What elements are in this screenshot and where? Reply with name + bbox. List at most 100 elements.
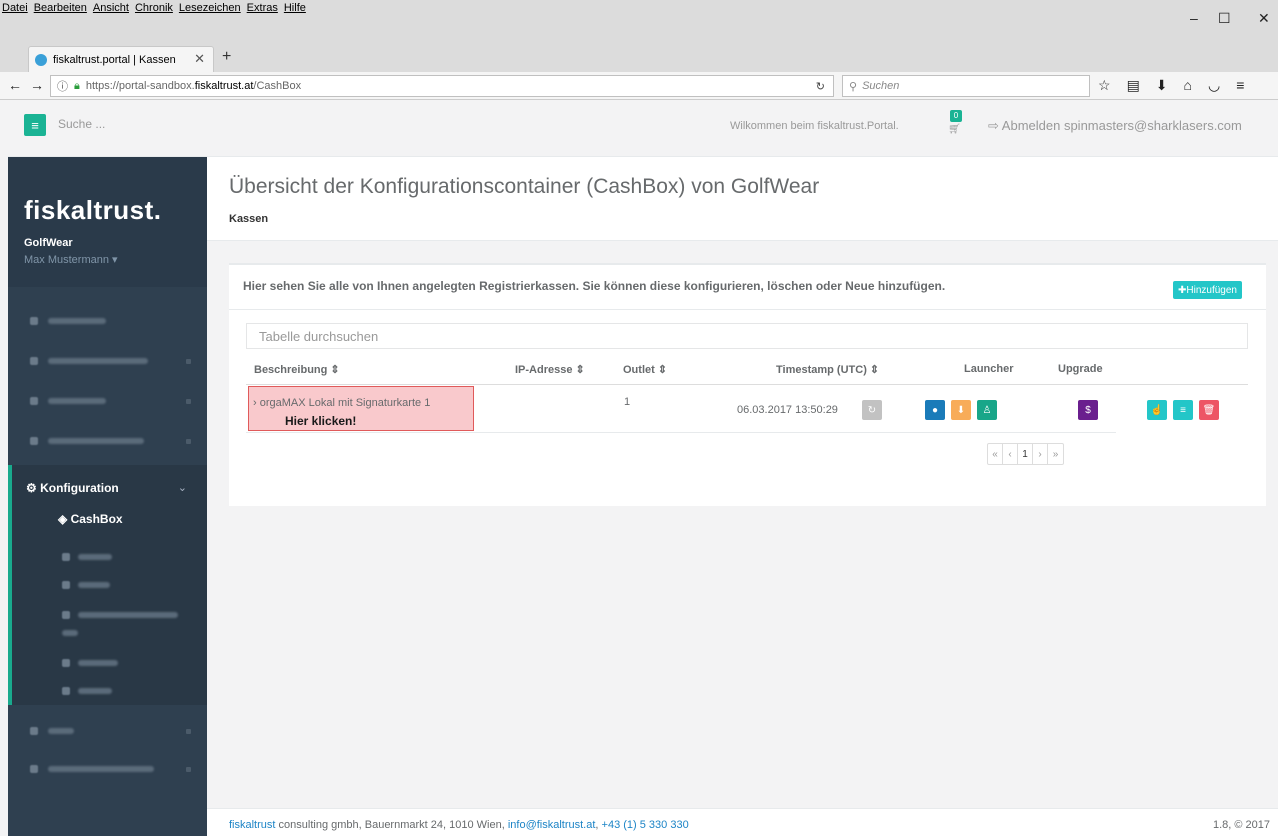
download-icon[interactable]: ⬇ [1156,77,1168,94]
pager-page-1[interactable]: 1 [1018,444,1033,464]
edit-button[interactable]: ☝ [1147,400,1167,420]
globe-icon: ● [931,404,939,416]
sidebar-item-blurred-1[interactable] [8,307,207,335]
pager-prev[interactable]: ‹ [1003,444,1018,464]
menu-ansicht[interactable]: Ansicht [93,2,129,14]
sidebar-item-blurred-6[interactable] [8,755,207,783]
footer-version: 1.8, © 2017 [1212,819,1270,831]
reload-icon[interactable]: ↻ [816,80,825,93]
row-description[interactable]: › orgaMAX Lokal mit Signaturkarte 1 [253,397,430,409]
add-cashbox-button[interactable]: ✚ Hinzufügen [1173,281,1242,299]
column-header-timestamp[interactable]: Timestamp (UTC) ⇕ [776,363,879,376]
minimize-icon[interactable]: – [1190,10,1198,26]
sidebar-subitem-blurred-4[interactable] [12,649,211,677]
browser-menu: Datei Bearbeiten Ansicht Chronik Lesezei… [2,2,306,14]
back-icon[interactable]: ← [8,77,22,93]
menu-lesezeichen[interactable]: Lesezeichen [179,2,241,14]
browser-search[interactable]: ⚲ Suchen [842,75,1090,97]
tab-close-icon[interactable]: ✕ [194,51,205,67]
expand-chevron-icon: › [253,397,260,409]
url-prefix: https://portal-sandbox. [85,80,195,92]
footer-text: fiskaltrust consulting gmbh, Bauernmarkt… [229,819,689,831]
menu-chronik[interactable]: Chronik [135,2,173,14]
browser-tab[interactable]: fiskaltrust.portal | Kassen ✕ [28,46,214,72]
sidebar-group-konfiguration: ⚙ Konfiguration ⌄ ◈ CashBox [8,465,207,705]
menu-datei[interactable]: Datei [2,2,28,14]
favicon-icon [35,53,47,66]
user-menu[interactable]: Max Mustermann ▾ [24,253,118,266]
browser-menubar: Datei Bearbeiten Ansicht Chronik Lesezei… [0,0,1278,40]
sidebar-konfiguration-label: Konfiguration [40,481,119,495]
launcher-online-button[interactable]: ● [925,400,945,420]
reading-list-icon[interactable]: ▤ [1127,77,1140,94]
new-tab-icon[interactable]: + [222,48,231,66]
sidebar-toggle-button[interactable]: ≡ [24,114,46,136]
cogs-icon: ⚙ [26,481,41,495]
pocket-icon[interactable]: ◡ [1208,77,1220,94]
upgrade-button[interactable]: $ [1078,400,1098,420]
column-header-launcher: Launcher [964,363,1014,375]
column-header-ip[interactable]: IP-Adresse ⇕ [515,363,585,376]
launcher-download-button[interactable]: ⬇ [951,400,971,420]
top-search-input[interactable]: Suche ... [58,117,105,131]
sidebar-item-blurred-5[interactable] [8,717,207,745]
divider [229,309,1266,310]
row-description-text: orgaMAX Lokal mit Signaturkarte 1 [259,397,431,409]
pager-next[interactable]: › [1033,444,1048,464]
info-icon[interactable]: ⓘ [57,78,68,94]
sidebar-item-cashbox[interactable]: ◈ CashBox [58,512,123,526]
browser-toolbar-icons: ☆ ▤ ⬇ ⌂ ◡ ≡ [1098,77,1244,94]
sidebar-item-blurred-3[interactable] [8,387,207,415]
sidebar-item-konfiguration[interactable]: ⚙ Konfiguration [26,481,119,495]
browser-menu-icon[interactable]: ≡ [1236,77,1244,94]
plus-icon: ✚ [1178,284,1187,296]
brand-logo[interactable]: fiskaltrust. [24,195,162,226]
column-header-upgrade: Upgrade [1058,363,1103,375]
logout-icon: ⇨ [988,118,1002,133]
hand-pointer-icon: ☝ [1150,404,1164,416]
sidebar-subitem-blurred-2[interactable] [12,571,211,599]
footer-phone-link[interactable]: +43 (1) 5 330 330 [602,819,689,831]
sidebar-subitem-blurred-1[interactable] [12,543,211,571]
linux-icon: ♙ [982,404,992,416]
click-hint: Hier klicken! [285,414,357,428]
cart-count-badge: 0 [950,110,962,122]
menu-hilfe[interactable]: Hilfe [284,2,306,14]
breadcrumb[interactable]: Kassen [229,213,268,225]
sidebar-cashbox-label: CashBox [70,512,123,526]
sidebar-item-blurred-4[interactable] [8,427,207,455]
sidebar-subitem-blurred-5[interactable] [12,677,211,705]
table-search-input[interactable]: Tabelle durchsuchen [246,323,1248,349]
footer-email-link[interactable]: info@fiskaltrust.at [508,819,596,831]
forward-icon[interactable]: → [30,77,44,93]
details-button[interactable]: ≡ [1173,400,1193,420]
page-title: Übersicht der Konfigurationscontainer (C… [229,175,820,198]
pager-last[interactable]: » [1048,444,1063,464]
list-icon: ≡ [1180,404,1186,416]
cart-button[interactable]: 0 🛒︎ [946,110,962,135]
launcher-windows-button[interactable]: ♙ [977,400,997,420]
menu-extras[interactable]: Extras [247,2,278,14]
pager-first[interactable]: « [988,444,1003,464]
chevron-down-icon: ⌄ [177,482,187,494]
header-divider [246,384,1248,385]
delete-button[interactable]: 🗑︎ [1199,400,1219,420]
logout-link[interactable]: ⇨ Abmelden spinmasters@sharklasers.com [988,118,1242,134]
footer-company-link[interactable]: fiskaltrust [229,819,275,831]
url-host: fiskaltrust.at [194,80,254,92]
app-topbar: ≡ Suche ... Wilkommen beim fiskaltrust.P… [8,100,1278,157]
bookmark-star-icon[interactable]: ☆ [1098,77,1111,94]
column-header-beschreibung[interactable]: Beschreibung ⇕ [254,363,340,376]
browser-navbar: ← → ⓘ 🔒︎ https://portal-sandbox. fiskaltr… [0,72,1278,100]
tab-title: fiskaltrust.portal | Kassen [53,53,176,66]
maximize-icon[interactable]: ☐ [1218,10,1231,27]
row-divider [246,432,1116,433]
refresh-button[interactable]: ↻ [862,400,882,420]
address-bar[interactable]: ⓘ 🔒︎ https://portal-sandbox. fiskaltrust.… [50,75,834,97]
menu-bearbeiten[interactable]: Bearbeiten [34,2,87,14]
home-icon[interactable]: ⌂ [1184,77,1192,94]
column-header-outlet[interactable]: Outlet ⇕ [623,363,667,376]
sidebar-item-blurred-2[interactable] [8,347,207,375]
window-close-icon[interactable]: ✕ [1258,10,1270,27]
table-row-highlight[interactable]: › orgaMAX Lokal mit Signaturkarte 1 Hier… [248,386,474,431]
